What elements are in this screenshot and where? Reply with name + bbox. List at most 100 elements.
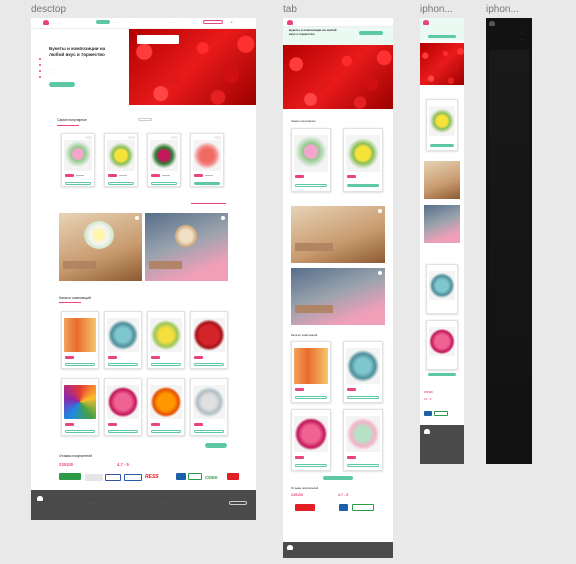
footer: [283, 542, 393, 558]
catalog-card[interactable]: [426, 320, 458, 370]
footer: · · · · · · · · · ·: [31, 490, 256, 520]
promo-banner[interactable]: [291, 206, 385, 263]
phone-text: · · · · ·: [171, 21, 178, 24]
logo-icon: [43, 20, 49, 25]
show-more-button[interactable]: [428, 373, 456, 376]
menu-item[interactable]: · · ·: [520, 32, 524, 35]
hero-banner-image: [420, 43, 464, 85]
catalog-title: Каталог композиций: [291, 333, 318, 337]
catalog-card[interactable]: [147, 311, 185, 369]
product-card[interactable]: [190, 133, 224, 187]
hero-title-tablet: Букеты и композиции на любой вкус и торж…: [289, 28, 337, 36]
menu-overlay-backdrop: [489, 50, 529, 460]
iphone-artboard-1[interactable]: 235100 4.7 - 5: [420, 18, 464, 464]
catalog-card[interactable]: [426, 264, 458, 314]
catalog-card[interactable]: [190, 311, 228, 369]
hero-cta-button[interactable]: [49, 82, 75, 87]
header: · · · ·: [283, 18, 393, 27]
catalog-card[interactable]: [291, 341, 331, 403]
partner-badge: [105, 474, 121, 481]
frame-label-desktop: desctop: [31, 4, 67, 15]
cart-icon[interactable]: ♥ ◌: [231, 21, 235, 24]
partner-badge: [176, 473, 186, 480]
reviews-title: Отзывы покупателей: [59, 454, 92, 458]
partner-ress: RESS: [145, 474, 159, 480]
hero-banner-image: [283, 45, 393, 109]
tablet-artboard[interactable]: · · · · Букеты и композиции на любой вку…: [283, 18, 393, 558]
show-more-button[interactable]: [323, 476, 353, 480]
reviews-rating: 4.7 - 5: [117, 462, 129, 467]
partner-badge: [424, 411, 432, 416]
arrow-right-icon[interactable]: ›: [230, 158, 231, 161]
catalog-card[interactable]: [147, 378, 185, 436]
logo-icon: [489, 21, 495, 26]
reviews-count: 235100: [59, 462, 73, 467]
header-location-button[interactable]: [96, 20, 110, 24]
product-card[interactable]: [147, 133, 181, 187]
promo-banner[interactable]: [145, 213, 228, 281]
logo-icon: [287, 20, 293, 25]
footer: [420, 425, 464, 464]
frame-label-iphone-1: iphon...: [420, 4, 453, 15]
header: · · · · · · · · · · · · · · · ♥ ◌: [31, 18, 256, 29]
catalog-card[interactable]: [343, 409, 383, 471]
partner-badge: [352, 504, 374, 511]
section-underline: [57, 125, 79, 126]
mobile-hero-strip: [420, 18, 464, 40]
promo-banner[interactable]: [424, 205, 460, 243]
partner-cdek: CDEK: [205, 475, 218, 480]
reviews-count: 235100: [424, 391, 433, 394]
partner-badge: [339, 504, 348, 511]
iphone-artboard-2[interactable]: · · · · · · · · ·: [486, 18, 532, 464]
hero-cta-button[interactable]: [359, 31, 383, 35]
nav-link[interactable]: · · ·: [115, 21, 119, 24]
desktop-artboard[interactable]: · · · · · · · · · · · · · · · ♥ ◌ Букеты…: [31, 18, 256, 520]
promo-banner[interactable]: [291, 268, 385, 325]
catalog-card[interactable]: [104, 378, 142, 436]
popular-title: Самое популярное: [291, 119, 316, 123]
product-card[interactable]: [61, 133, 95, 187]
show-more-button[interactable]: [205, 443, 227, 448]
promo-banner[interactable]: [59, 213, 142, 281]
social-icons: [39, 58, 41, 98]
hero-subtitle: · · · · · · · ·: [49, 68, 61, 71]
catalog-title: Каталог композиций: [59, 296, 91, 300]
frame-label-iphone-2: iphon...: [486, 4, 519, 15]
catalog-card[interactable]: [190, 378, 228, 436]
product-card[interactable]: [426, 99, 458, 151]
catalog-card[interactable]: [343, 341, 383, 403]
catalog-card[interactable]: [61, 311, 99, 369]
reviews-title: Отзывы покупателей: [291, 486, 319, 490]
catalog-card[interactable]: [61, 378, 99, 436]
hero-banner-image: [129, 29, 256, 105]
promo-banner[interactable]: [424, 161, 460, 199]
filter-button[interactable]: [138, 118, 152, 121]
partner-badge: [227, 473, 239, 480]
partner-badge: [295, 504, 315, 511]
partner-badge: [124, 474, 142, 481]
hero-title: Букеты и композиции на любой вкус и торж…: [49, 46, 106, 57]
catalog-card[interactable]: [104, 311, 142, 369]
callback-button[interactable]: [203, 20, 223, 24]
arrow-left-icon[interactable]: ‹: [53, 158, 54, 161]
partner-badge: [85, 474, 103, 481]
logo-text: · · · ·: [51, 21, 58, 25]
product-card[interactable]: [104, 133, 138, 187]
reviews-rating: 4.7 - 5: [338, 493, 349, 497]
product-card[interactable]: [343, 128, 383, 192]
reviews-rating: 4.7 - 5: [424, 398, 432, 401]
nav-link[interactable]: · · ·: [131, 21, 135, 24]
section-underline: [59, 302, 81, 303]
partner-badge: [434, 411, 448, 416]
reviews-count: 235100: [291, 493, 303, 497]
menu-item[interactable]: · · ·: [520, 38, 524, 41]
hero-strip: Букеты и композиции на любой вкус и торж…: [283, 27, 393, 45]
partner-badge: [188, 473, 202, 480]
slider-indicator: [191, 203, 226, 204]
popular-title: Самое популярное: [57, 118, 87, 122]
partner-badge: [59, 473, 81, 480]
catalog-card[interactable]: [291, 409, 331, 471]
product-card[interactable]: [291, 128, 331, 192]
menu-item[interactable]: · · ·: [520, 26, 524, 29]
frame-label-tablet: tab: [283, 4, 297, 15]
